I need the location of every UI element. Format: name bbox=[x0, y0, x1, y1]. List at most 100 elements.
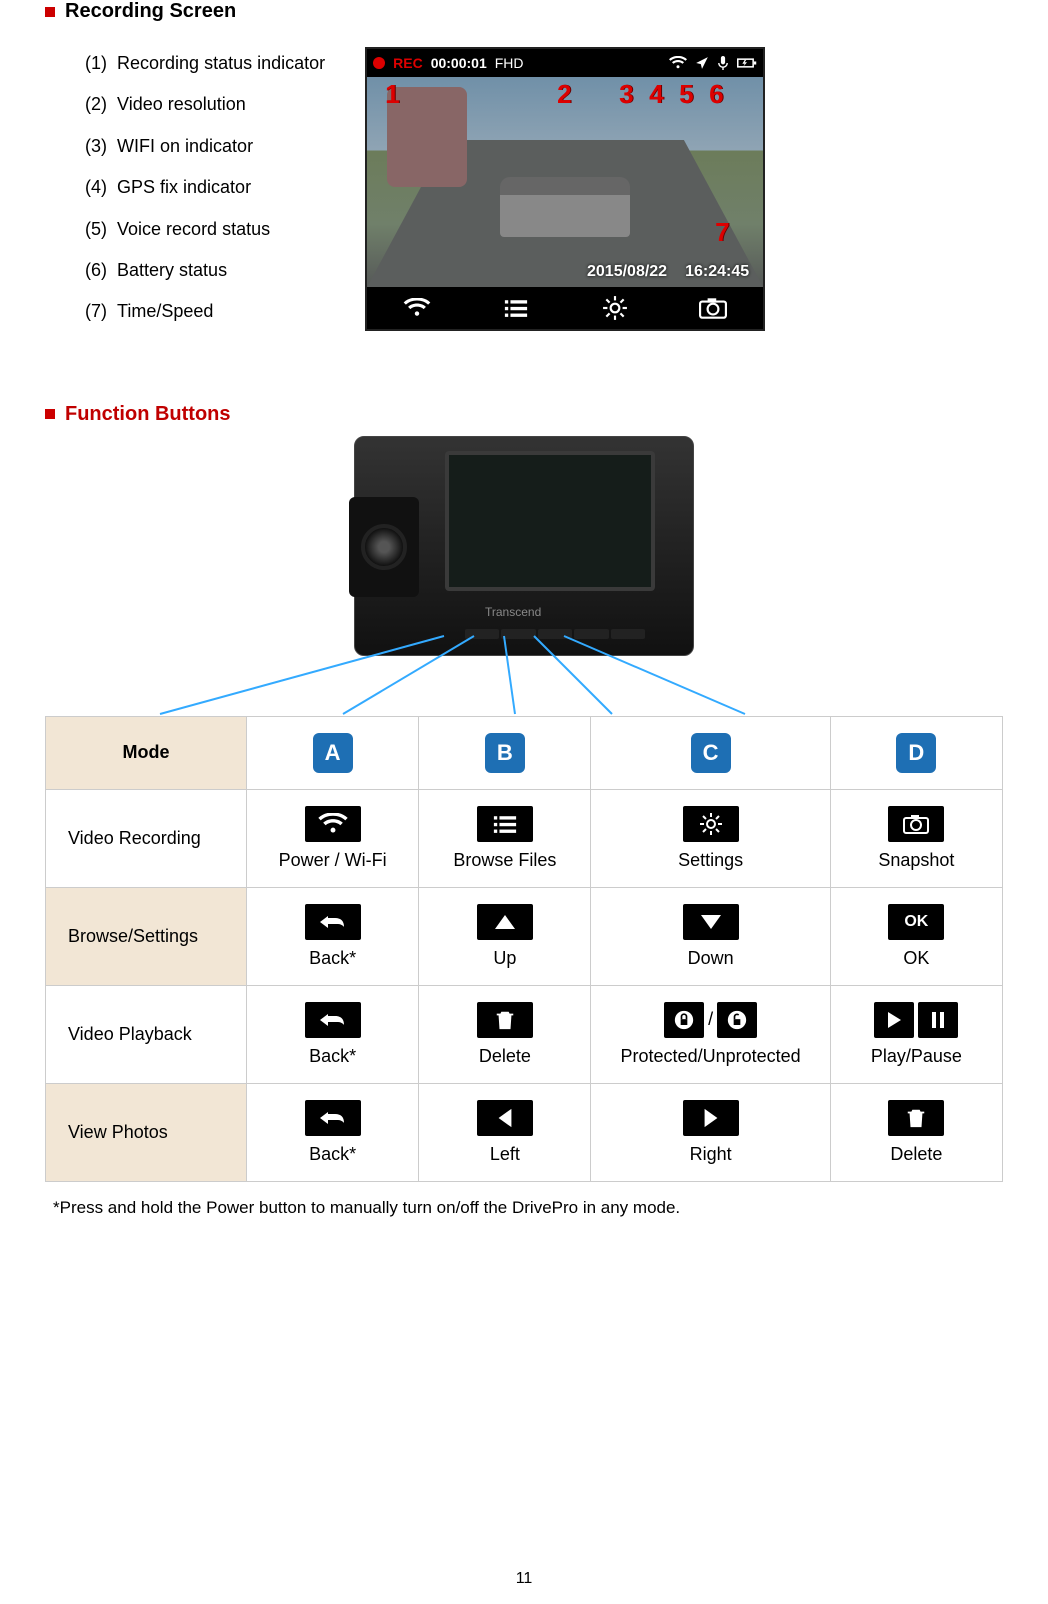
function-label: Back* bbox=[309, 1046, 356, 1067]
function-label: Play/Pause bbox=[871, 1046, 962, 1067]
item-label: Voice record status bbox=[117, 219, 270, 239]
function-label: Back* bbox=[309, 948, 356, 969]
function-label: Down bbox=[688, 948, 734, 969]
lock-icon bbox=[664, 1002, 704, 1038]
column-badge: C bbox=[691, 733, 731, 773]
rec-label: REC bbox=[393, 55, 423, 71]
item-number: (5) bbox=[85, 219, 107, 239]
camera-button-icon bbox=[699, 297, 727, 319]
recording-list-item: (1) Recording status indicator bbox=[85, 43, 325, 84]
section-title: Function Buttons bbox=[65, 403, 231, 426]
overlay-num-3: 3 bbox=[619, 79, 633, 110]
function-label: OK bbox=[903, 948, 929, 969]
device-illustration: Transcend bbox=[354, 436, 694, 656]
column-header: D bbox=[830, 716, 1002, 789]
wifi-button-icon bbox=[403, 298, 431, 318]
item-number: (6) bbox=[85, 260, 107, 280]
function-cell: Browse Files bbox=[419, 789, 591, 887]
function-label: Settings bbox=[678, 850, 743, 871]
back-icon bbox=[305, 1002, 361, 1038]
overlay-num-2: 2 bbox=[557, 79, 571, 110]
list-button-icon bbox=[502, 298, 530, 318]
rec-dot-icon bbox=[373, 57, 385, 69]
item-number: (7) bbox=[85, 301, 107, 321]
down-icon bbox=[683, 904, 739, 940]
column-header: C bbox=[591, 716, 830, 789]
recording-list-item: (5) Voice record status bbox=[85, 209, 325, 250]
recording-screen-illustration: REC 00:00:01 FHD bbox=[365, 47, 765, 331]
function-cell: Back* bbox=[246, 985, 418, 1083]
column-header: A bbox=[246, 716, 418, 789]
function-cell: Delete bbox=[419, 985, 591, 1083]
pause-icon bbox=[918, 1002, 958, 1038]
ok-icon: OK bbox=[888, 904, 944, 940]
item-label: WIFI on indicator bbox=[117, 136, 253, 156]
video-res-label: FHD bbox=[495, 55, 524, 71]
footnote: *Press and hold the Power button to manu… bbox=[45, 1198, 1003, 1218]
column-badge: D bbox=[896, 733, 936, 773]
function-cell: Up bbox=[419, 887, 591, 985]
wifi-icon bbox=[305, 806, 361, 842]
mode-header-cell: Mode bbox=[46, 716, 247, 789]
function-cell: Back* bbox=[246, 1083, 418, 1181]
function-cell: / Protected/Unprotected bbox=[591, 985, 830, 1083]
back-icon bbox=[305, 904, 361, 940]
list-icon bbox=[477, 806, 533, 842]
function-cell: OK OK bbox=[830, 887, 1002, 985]
item-label: Battery status bbox=[117, 260, 227, 280]
function-cell: Back* bbox=[246, 887, 418, 985]
gps-icon bbox=[695, 56, 709, 70]
function-label: Up bbox=[493, 948, 516, 969]
function-label: Left bbox=[490, 1144, 520, 1165]
back-icon bbox=[305, 1100, 361, 1136]
function-label: Browse Files bbox=[453, 850, 556, 871]
item-number: (3) bbox=[85, 136, 107, 156]
separator: / bbox=[708, 1009, 713, 1030]
play-icon bbox=[874, 1002, 914, 1038]
function-cell: Power / Wi-Fi bbox=[246, 789, 418, 887]
function-label: Protected/Unprotected bbox=[621, 1046, 801, 1067]
function-label: Back* bbox=[309, 1144, 356, 1165]
function-buttons-table: Mode A B C D Video Recording Power / Wi-Fi Br… bbox=[45, 716, 1003, 1182]
section-heading-functions: Function Buttons bbox=[45, 403, 1003, 426]
recording-list-item: (6) Battery status bbox=[85, 250, 325, 291]
wifi-icon bbox=[669, 56, 687, 70]
mic-icon bbox=[717, 56, 729, 70]
item-label: Video resolution bbox=[117, 94, 246, 114]
function-label: Power / Wi-Fi bbox=[279, 850, 387, 871]
column-badge: B bbox=[485, 733, 525, 773]
column-header: B bbox=[419, 716, 591, 789]
recording-list-item: (3) WIFI on indicator bbox=[85, 126, 325, 167]
mode-row-label: Video Recording bbox=[46, 789, 247, 887]
mode-row-label: Browse/Settings bbox=[46, 887, 247, 985]
overlay-num-4: 4 bbox=[649, 79, 663, 110]
battery-icon bbox=[737, 56, 757, 70]
left-icon bbox=[477, 1100, 533, 1136]
screen-top-bar: REC 00:00:01 FHD bbox=[367, 49, 763, 77]
column-badge: A bbox=[313, 733, 353, 773]
settings-icon bbox=[683, 806, 739, 842]
page-number: 11 bbox=[516, 1570, 533, 1588]
function-label: Delete bbox=[890, 1144, 942, 1165]
function-cell: Left bbox=[419, 1083, 591, 1181]
overlay-num-6: 6 bbox=[709, 79, 723, 110]
function-cell: Settings bbox=[591, 789, 830, 887]
item-label: Time/Speed bbox=[117, 301, 213, 321]
function-cell: Play/Pause bbox=[830, 985, 1002, 1083]
settings-button-icon bbox=[602, 295, 628, 321]
function-label: Snapshot bbox=[878, 850, 954, 871]
camera-icon bbox=[888, 806, 944, 842]
rec-timer: 00:00:01 bbox=[431, 55, 487, 71]
function-cell: Snapshot bbox=[830, 789, 1002, 887]
bullet-icon bbox=[45, 409, 55, 419]
up-icon bbox=[477, 904, 533, 940]
screen-bottom-bar bbox=[367, 287, 763, 329]
function-label: Delete bbox=[479, 1046, 531, 1067]
recording-list-item: (4) GPS fix indicator bbox=[85, 167, 325, 208]
device-brand-label: Transcend bbox=[485, 605, 541, 619]
bullet-icon bbox=[45, 7, 55, 17]
trash-icon bbox=[888, 1100, 944, 1136]
mode-row-label: Video Playback bbox=[46, 985, 247, 1083]
function-cell: Down bbox=[591, 887, 830, 985]
item-label: Recording status indicator bbox=[117, 53, 325, 73]
